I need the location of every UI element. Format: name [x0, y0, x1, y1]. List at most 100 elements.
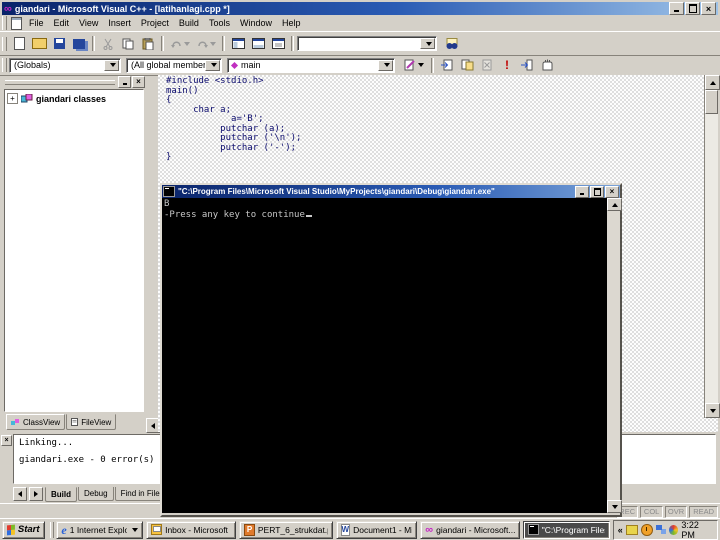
menu-bar: File Edit View Insert Project Build Tool… [0, 15, 720, 31]
taskbar-button-word[interactable]: W Document1 - Micro... [335, 520, 418, 539]
taskbar-button-vcpp[interactable]: ∞ giandari - Microsoft... [420, 520, 521, 539]
class-dropdown-button[interactable] [104, 59, 119, 71]
tray-messenger-icon[interactable] [668, 524, 679, 535]
menu-grip[interactable] [2, 16, 7, 30]
pane-splitter[interactable] [146, 76, 158, 432]
workspace-close-button[interactable]: × [132, 76, 145, 88]
scroll-up-button[interactable] [705, 75, 720, 90]
find-in-files-icon [446, 37, 458, 49]
document-icon[interactable] [11, 16, 22, 30]
filter-value: (All global members) [131, 60, 214, 70]
compile-button[interactable] [437, 56, 457, 74]
cut-button[interactable] [98, 35, 118, 53]
close-button[interactable]: × [701, 2, 716, 15]
restore-button[interactable] [685, 2, 700, 15]
find-dropdown-button[interactable] [420, 38, 435, 49]
tray-mail-icon[interactable] [625, 524, 639, 535]
menu-window[interactable]: Window [235, 16, 277, 30]
scroll-down-button[interactable] [607, 500, 622, 513]
breakpoint-button[interactable] [537, 56, 557, 74]
tray-chevron-icon[interactable]: « [618, 525, 623, 535]
tray-network-icon[interactable] [655, 525, 666, 534]
menu-project[interactable]: Project [136, 16, 174, 30]
tabs-scroll-left-button[interactable] [13, 487, 27, 501]
member-combobox[interactable]: main [227, 57, 395, 73]
redo-button[interactable] [193, 35, 219, 53]
app-icon[interactable]: ∞ [4, 3, 12, 14]
taskbar-button-inbox[interactable]: Inbox - Microsoft ... [145, 520, 237, 539]
taskbar-button-powerpoint[interactable]: P PERT_6_strukdat.pot [239, 520, 333, 539]
console-minimize-button[interactable] [575, 185, 589, 198]
paste-button[interactable] [138, 35, 158, 53]
output-close-button[interactable]: × [1, 435, 12, 446]
expand-plus-icon[interactable]: + [7, 93, 18, 104]
member-dropdown-button[interactable] [378, 59, 393, 71]
console-title-bar[interactable]: "C:\Program Files\Microsoft Visual Studi… [162, 185, 620, 198]
menu-help[interactable]: Help [277, 16, 306, 30]
group-dropdown-icon [131, 527, 138, 532]
menu-view[interactable]: View [74, 16, 103, 30]
tabs-scroll-right-button[interactable] [29, 487, 43, 501]
undo-dropdown-icon [183, 41, 190, 46]
find-in-files-button[interactable] [442, 35, 462, 53]
close-icon: × [705, 3, 712, 14]
filter-combobox[interactable]: (All global members) [126, 57, 222, 73]
tree-root-item[interactable]: + giandari classes [7, 93, 141, 104]
code-line: { [166, 95, 172, 105]
build-button[interactable] [457, 56, 477, 74]
toolbar-grip[interactable] [2, 58, 7, 72]
filter-dropdown-button[interactable] [205, 59, 220, 71]
console-screen[interactable]: B -Press any key to continue [162, 198, 607, 513]
go-button[interactable] [517, 56, 537, 74]
tab-debug[interactable]: Debug [78, 487, 114, 501]
restore-icon [688, 4, 697, 13]
wizardbar-action-button[interactable] [400, 56, 428, 74]
start-button[interactable]: Start [2, 520, 45, 539]
execute-icon: ! [505, 57, 509, 72]
tab-fileview[interactable]: FileView [66, 414, 117, 430]
scroll-up-button[interactable] [607, 198, 622, 211]
console-vscrollbar[interactable] [607, 198, 622, 513]
workspace-toggle-button[interactable] [228, 35, 248, 53]
menu-tools[interactable]: Tools [204, 16, 235, 30]
console-window: "C:\Program Files\Microsoft Visual Studi… [160, 183, 622, 517]
code-text[interactable]: #include <stdio.h> main() { char a; a='B… [158, 75, 718, 163]
menu-build[interactable]: Build [174, 16, 204, 30]
app-title-bar[interactable]: ∞ giandari - Microsoft Visual C++ - [lat… [2, 2, 718, 15]
output-grip[interactable]: × [1, 435, 12, 499]
output-toggle-button[interactable] [248, 35, 268, 53]
console-icon[interactable] [163, 186, 175, 197]
console-restore-button[interactable] [590, 185, 604, 198]
save-all-button[interactable] [69, 35, 89, 53]
menu-edit[interactable]: Edit [49, 16, 75, 30]
minimize-button[interactable] [669, 2, 684, 15]
open-button[interactable] [29, 35, 49, 53]
scroll-thumb[interactable] [705, 90, 718, 114]
find-combobox[interactable] [297, 36, 437, 51]
tab-classview[interactable]: ClassView [6, 414, 66, 430]
save-button[interactable] [49, 35, 69, 53]
taskbar-grip[interactable] [49, 521, 55, 538]
workspace-grip[interactable] [5, 79, 115, 85]
menu-file[interactable]: File [24, 16, 49, 30]
taskbar-button-ie[interactable]: e 1 Internet Explorer [56, 520, 143, 539]
window-list-button[interactable] [268, 35, 288, 53]
stop-build-button[interactable] [477, 56, 497, 74]
workspace-minimize-button[interactable] [118, 76, 131, 88]
editor-vscrollbar[interactable] [704, 75, 720, 418]
tab-build[interactable]: Build [45, 487, 77, 502]
scroll-down-button[interactable] [705, 403, 720, 418]
fileview-tab-icon [71, 418, 79, 426]
undo-button[interactable] [167, 35, 193, 53]
execute-program-button[interactable]: ! [497, 56, 517, 74]
copy-button[interactable] [118, 35, 138, 53]
tray-clock-icon[interactable] [641, 523, 653, 536]
menu-insert[interactable]: Insert [103, 16, 136, 30]
console-close-button[interactable]: × [605, 185, 619, 198]
toolbar-grip[interactable] [2, 36, 7, 51]
workspace-minibar[interactable]: × [2, 76, 146, 88]
new-file-button[interactable] [9, 35, 29, 53]
class-combobox[interactable]: (Globals) [9, 57, 121, 73]
taskbar-button-console[interactable]: "C:\Program Files... [523, 520, 610, 539]
classview-tree[interactable]: + giandari classes [4, 89, 144, 412]
